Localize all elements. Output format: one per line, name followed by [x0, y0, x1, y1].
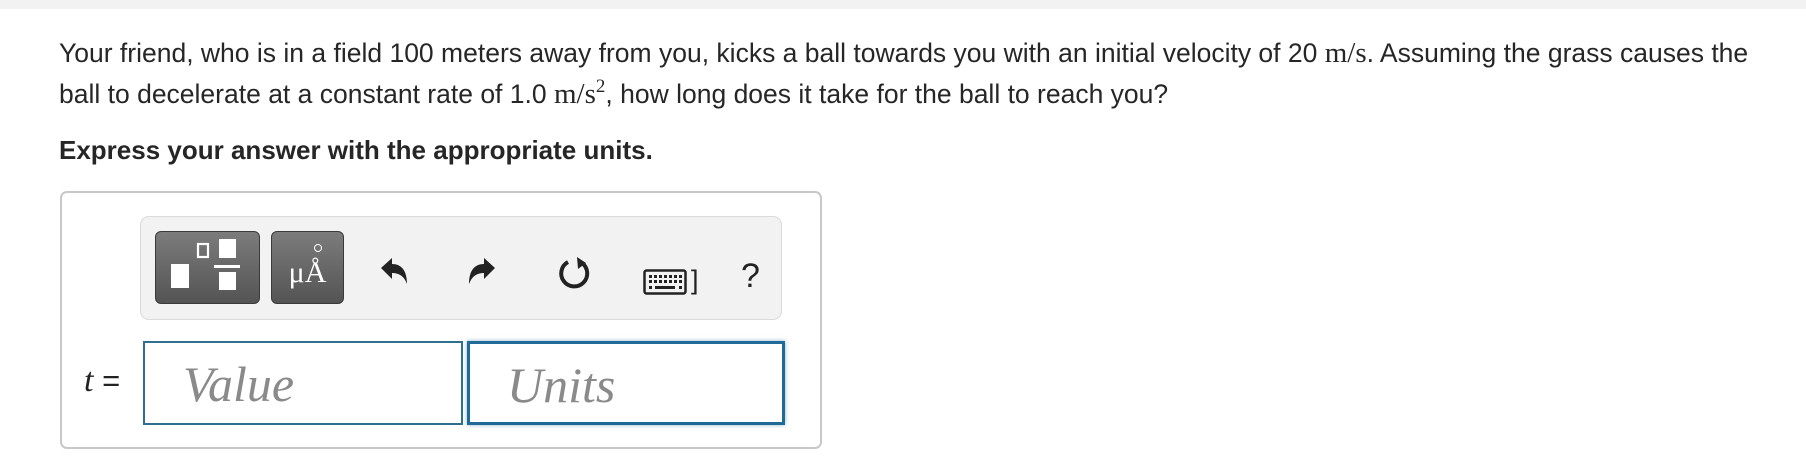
- value-placeholder: Value: [183, 356, 295, 412]
- keyboard-shortcuts-icon: [643, 269, 687, 295]
- fraction-template-icon: [171, 239, 240, 290]
- units-placeholder: Units: [507, 357, 616, 413]
- undo-icon: [381, 258, 407, 284]
- acceleration-unit-base: m/s: [554, 78, 596, 110]
- help-button[interactable]: ?: [741, 257, 760, 296]
- help-icon: ?: [741, 257, 760, 295]
- undo-button[interactable]: [377, 254, 411, 293]
- math-toolbar: μÅ ] ?: [140, 216, 782, 320]
- equals-sign: =: [102, 363, 121, 398]
- acceleration-unit: m/s2: [554, 76, 606, 110]
- reset-icon: [559, 257, 590, 289]
- reset-button[interactable]: [556, 254, 594, 297]
- question-text: Your friend, who is in a field 100 meter…: [59, 33, 1779, 115]
- templates-button[interactable]: [155, 231, 260, 304]
- answer-variable-label: t =: [84, 362, 120, 400]
- velocity-unit: m/s: [1324, 37, 1367, 69]
- question-part-1: Your friend, who is in a field 100 meter…: [59, 38, 1325, 68]
- symbols-button[interactable]: μÅ: [271, 231, 344, 304]
- keyboard-shortcuts-button[interactable]: ]: [643, 265, 699, 300]
- ring-accent: [314, 244, 322, 252]
- keyboard-bracket: ]: [691, 265, 699, 295]
- units-input[interactable]: Units: [467, 341, 785, 425]
- top-band: [0, 0, 1806, 9]
- question-part-3: , how long does it take for the ball to …: [605, 79, 1169, 109]
- units-symbol-icon: μÅ: [288, 256, 327, 289]
- value-input[interactable]: Value: [143, 341, 463, 425]
- acceleration-unit-exponent: 2: [595, 76, 606, 97]
- answer-variable: t: [84, 362, 94, 399]
- redo-button[interactable]: [465, 254, 499, 293]
- answer-instruction: Express your answer with the appropriate…: [59, 135, 653, 165]
- redo-icon: [469, 258, 495, 284]
